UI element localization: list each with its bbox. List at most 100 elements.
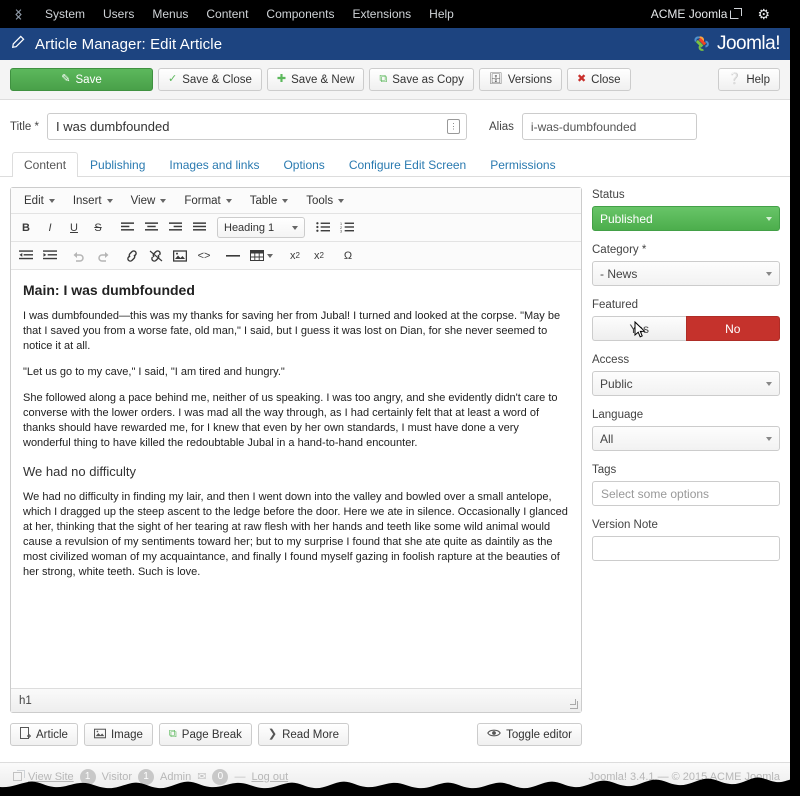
save-button[interactable]: ✎ Save — [10, 68, 153, 91]
format-select[interactable]: Heading 1 — [217, 217, 306, 238]
indent-icon[interactable] — [39, 245, 61, 266]
editor-menu-view-label: View — [130, 194, 156, 207]
menu-item-content[interactable]: Content — [197, 0, 257, 28]
view-site-link[interactable]: View Site — [28, 771, 74, 783]
gear-icon[interactable]: ⚙ — [757, 7, 770, 21]
editor-menu-view[interactable]: View — [122, 192, 176, 210]
joomla-mark-icon[interactable] — [8, 4, 28, 24]
redo-icon[interactable] — [92, 245, 114, 266]
read-more-button[interactable]: ❯ Read More — [257, 723, 349, 746]
bold-icon[interactable]: B — [15, 217, 37, 238]
menu-item-help[interactable]: Help — [420, 0, 463, 28]
save-close-label: Save & Close — [182, 73, 252, 86]
bullet-list-icon[interactable] — [312, 217, 334, 238]
format-select-value: Heading 1 — [224, 221, 275, 234]
outdent-icon[interactable] — [15, 245, 37, 266]
versions-button[interactable]: 🗄 Versions — [478, 68, 562, 91]
admin-count-badge: 1 — [138, 768, 155, 785]
subscript-icon[interactable]: x2 — [284, 245, 306, 266]
italic-icon[interactable]: I — [39, 217, 61, 238]
article-id-icon[interactable]: ⋮ — [446, 119, 460, 134]
editor-menu-insert[interactable]: Insert — [64, 192, 122, 210]
save-close-button[interactable]: ✓ Save & Close — [158, 68, 262, 91]
editor-menu-tools[interactable]: Tools — [297, 192, 353, 210]
edit-body: Edit Insert View Format Table Tools B I … — [0, 177, 790, 758]
numbered-list-icon[interactable]: 123 — [336, 217, 358, 238]
chevron-down-icon — [225, 198, 232, 203]
strikethrough-icon[interactable]: S — [87, 217, 109, 238]
superscript-icon[interactable]: x2 — [308, 245, 330, 266]
special-character-icon[interactable]: Ω — [337, 245, 359, 266]
archive-icon: 🗄 — [488, 73, 503, 85]
read-more-button-label: Read More — [282, 728, 339, 741]
page-title: Article Manager: Edit Article — [35, 35, 223, 53]
edit-tabs: Content Publishing Images and links Opti… — [0, 152, 790, 177]
editor-insert-buttons: Article Image ⧉ Page Break ❯ Read More T… — [10, 713, 582, 758]
editor-element-path: h1 — [19, 694, 32, 707]
link-icon[interactable] — [121, 245, 143, 266]
editor-menu-insert-label: Insert — [72, 194, 102, 207]
close-label: Close — [591, 73, 621, 86]
version-note-input[interactable] — [592, 536, 780, 561]
editor-toolbar-row-2: <> x2 x2 Ω — [11, 242, 581, 270]
underline-icon[interactable]: U — [63, 217, 85, 238]
editor-resize-handle[interactable] — [570, 699, 578, 709]
image-icon — [93, 728, 106, 742]
menu-item-components[interactable]: Components — [257, 0, 343, 28]
toggle-editor-button[interactable]: Toggle editor — [477, 723, 582, 746]
tab-images-and-links[interactable]: Images and links — [157, 152, 271, 177]
category-select[interactable]: - News — [592, 261, 780, 286]
article-button-label: Article — [36, 728, 68, 741]
title-input[interactable] — [46, 113, 467, 140]
page-break-button[interactable]: ⧉ Page Break — [158, 723, 252, 746]
close-button[interactable]: ✖ Close — [566, 68, 631, 91]
menu-item-menus[interactable]: Menus — [143, 0, 197, 28]
align-right-icon[interactable] — [164, 217, 186, 238]
editor-menu-format[interactable]: Format — [175, 192, 240, 210]
menu-item-system[interactable]: System — [36, 0, 94, 28]
featured-no-button[interactable]: No — [685, 316, 780, 341]
editor-menu-edit[interactable]: Edit — [15, 192, 64, 210]
align-center-icon[interactable] — [140, 217, 162, 238]
save-label: Save — [75, 73, 102, 86]
page-header: Article Manager: Edit Article Joomla! — [0, 28, 790, 60]
external-link-icon — [13, 770, 25, 781]
language-select[interactable]: All — [592, 426, 780, 451]
align-justify-icon[interactable] — [188, 217, 210, 238]
featured-label: Featured — [592, 299, 639, 311]
joomla-logo-text: Joomla! — [716, 33, 781, 54]
tab-content[interactable]: Content — [12, 152, 79, 177]
unlink-icon[interactable] — [145, 245, 167, 266]
site-name-link[interactable]: ACME Joomla — [651, 7, 744, 21]
align-left-icon[interactable] — [116, 217, 138, 238]
save-as-copy-button[interactable]: ⧉ Save as Copy — [369, 68, 474, 91]
image-icon[interactable] — [169, 245, 191, 266]
message-count-badge: 0 — [212, 768, 229, 785]
category-value: - News — [600, 266, 638, 281]
source-code-icon[interactable]: <> — [193, 245, 215, 266]
tab-publishing[interactable]: Publishing — [78, 152, 157, 177]
menu-item-users[interactable]: Users — [94, 0, 143, 28]
featured-toggle: Yes No — [592, 316, 780, 341]
table-icon[interactable] — [246, 245, 277, 266]
editor-content-area[interactable]: Main: I was dumbfounded I was dumbfounde… — [11, 270, 581, 688]
access-select[interactable]: Public — [592, 371, 780, 396]
log-out-link[interactable]: Log out — [251, 771, 288, 783]
featured-yes-button[interactable]: Yes — [592, 316, 686, 341]
editor-menu-format-label: Format — [184, 194, 221, 207]
article-paragraph-2: "Let us go to my cave," I said, "I am ti… — [23, 366, 285, 378]
help-button[interactable]: ❔ Help — [717, 68, 780, 91]
save-new-button[interactable]: ✚ Save & New — [266, 68, 365, 91]
tab-permissions[interactable]: Permissions — [478, 152, 567, 177]
tags-input[interactable] — [592, 481, 780, 506]
tab-configure-edit-screen[interactable]: Configure Edit Screen — [337, 152, 478, 177]
horizontal-rule-icon[interactable] — [222, 245, 244, 266]
tab-options[interactable]: Options — [271, 152, 336, 177]
editor-menu-table[interactable]: Table — [241, 192, 298, 210]
image-button[interactable]: Image — [83, 723, 153, 746]
menu-item-extensions[interactable]: Extensions — [343, 0, 420, 28]
status-select[interactable]: Published — [592, 206, 780, 231]
undo-icon[interactable] — [68, 245, 90, 266]
alias-input[interactable] — [521, 113, 697, 140]
article-button[interactable]: Article — [10, 723, 78, 746]
